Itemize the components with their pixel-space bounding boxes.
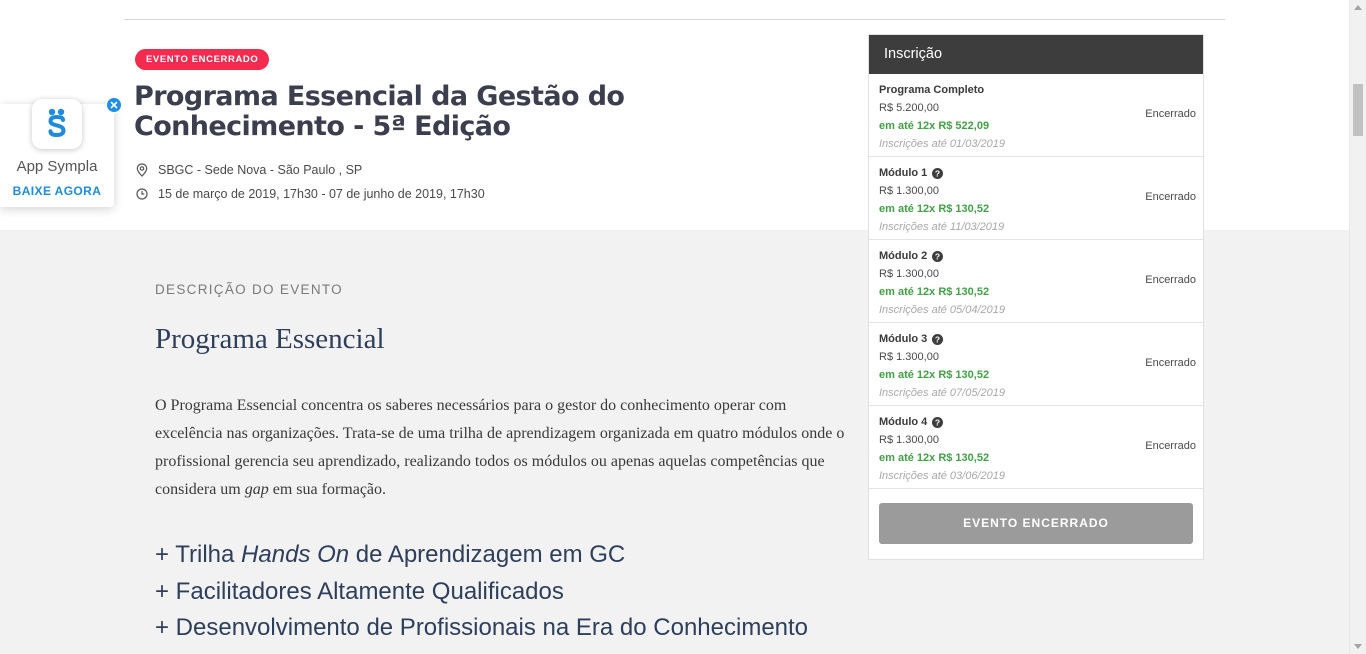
ticket-deadline: Inscrições até 11/03/2019 — [879, 221, 1005, 233]
question-circle-icon[interactable]: ? — [932, 416, 944, 428]
event-location-text: SBGC - Sede Nova - São Paulo , SP — [158, 163, 363, 177]
registration-header: Inscrição — [869, 35, 1203, 74]
svg-text:?: ? — [935, 417, 940, 427]
ticket-deadline: Inscrições até 01/03/2019 — [879, 138, 1005, 150]
highlights-list: + Trilha Hands On de Aprendizagem em GC … — [155, 537, 855, 647]
page-scrollbar[interactable] — [1349, 0, 1366, 654]
ticket-item: Módulo 1 ? R$ 1.300,00 em até 12x R$ 130… — [869, 157, 1203, 240]
highlight-text: de Aprendizagem em GC — [349, 541, 626, 568]
clock-icon — [136, 188, 148, 200]
scroll-down-icon[interactable] — [1354, 644, 1362, 649]
question-circle-icon[interactable]: ? — [932, 333, 944, 345]
ticket-deadline: Inscrições até 05/04/2019 — [879, 304, 1005, 316]
scroll-up-icon[interactable] — [1354, 5, 1362, 10]
ticket-item: Programa Completo R$ 5.200,00 em até 12x… — [869, 74, 1203, 157]
top-divider — [124, 19, 1225, 20]
ticket-status: Encerrado — [1145, 274, 1196, 286]
description-heading: Programa Essencial — [155, 323, 385, 355]
highlight-text: + Trilha — [155, 541, 242, 568]
svg-text:?: ? — [935, 334, 940, 344]
ticket-deadline: Inscrições até 03/06/2019 — [879, 470, 1005, 482]
ticket-status: Encerrado — [1145, 108, 1196, 120]
ticket-status: Encerrado — [1145, 440, 1196, 452]
ticket-name: Módulo 3 — [879, 333, 928, 345]
ticket-status: Encerrado — [1145, 191, 1196, 203]
event-ended-button[interactable]: EVENTO ENCERRADO — [879, 503, 1193, 544]
ticket-name: Módulo 1 — [879, 167, 928, 179]
question-circle-icon[interactable]: ? — [932, 250, 944, 262]
ticket-item: Módulo 3 ? R$ 1.300,00 em até 12x R$ 130… — [869, 323, 1203, 406]
svg-text:?: ? — [935, 168, 940, 178]
highlight-item: + Trilha Hands On de Aprendizagem em GC — [155, 537, 855, 574]
event-dates-text: 15 de março de 2019, 17h30 - 07 de junho… — [158, 187, 485, 201]
svg-text:?: ? — [935, 251, 940, 261]
ticket-status: Encerrado — [1145, 357, 1196, 369]
description-paragraph: O Programa Essencial concentra os sabere… — [155, 392, 845, 504]
ticket-item: Módulo 2 ? R$ 1.300,00 em até 12x R$ 130… — [869, 240, 1203, 323]
highlight-item: + Facilitadores Altamente Qualificados — [155, 577, 564, 605]
close-icon[interactable] — [106, 97, 122, 113]
ticket-name: Módulo 2 — [879, 250, 928, 262]
description-emphasis: gap — [244, 481, 269, 498]
event-dates: 15 de março de 2019, 17h30 - 07 de junho… — [136, 186, 485, 202]
highlight-item: + Desenvolvimento de Profissionais na Er… — [155, 614, 809, 641]
app-promo-card[interactable]: App Sympla BAIXE AGORA — [0, 99, 114, 207]
highlight-emphasis: Hands On — [241, 541, 350, 568]
description-label: DESCRIÇÃO DO EVENTO — [155, 282, 343, 297]
ticket-name: Programa Completo — [879, 84, 985, 96]
page-title: Programa Essencial da Gestão do Conhecim… — [134, 81, 625, 142]
map-pin-icon — [136, 163, 148, 177]
ticket-item: Módulo 4 ? R$ 1.300,00 em até 12x R$ 130… — [869, 406, 1203, 489]
app-name: App Sympla — [16, 158, 98, 175]
download-app-link[interactable]: BAIXE AGORA — [0, 184, 114, 198]
status-badge: EVENTO ENCERRADO — [135, 49, 270, 70]
event-location: SBGC - Sede Nova - São Paulo , SP — [136, 162, 362, 178]
description-text-end: em sua formação. — [268, 481, 387, 498]
ticket-name: Módulo 4 — [879, 416, 928, 428]
question-circle-icon[interactable]: ? — [932, 167, 944, 179]
sympla-logo-icon — [32, 99, 82, 149]
registration-panel: Inscrição Programa Completo R$ 5.200,00 … — [868, 34, 1204, 560]
scroll-thumb[interactable] — [1353, 84, 1363, 136]
ticket-deadline: Inscrições até 07/05/2019 — [879, 387, 1005, 399]
